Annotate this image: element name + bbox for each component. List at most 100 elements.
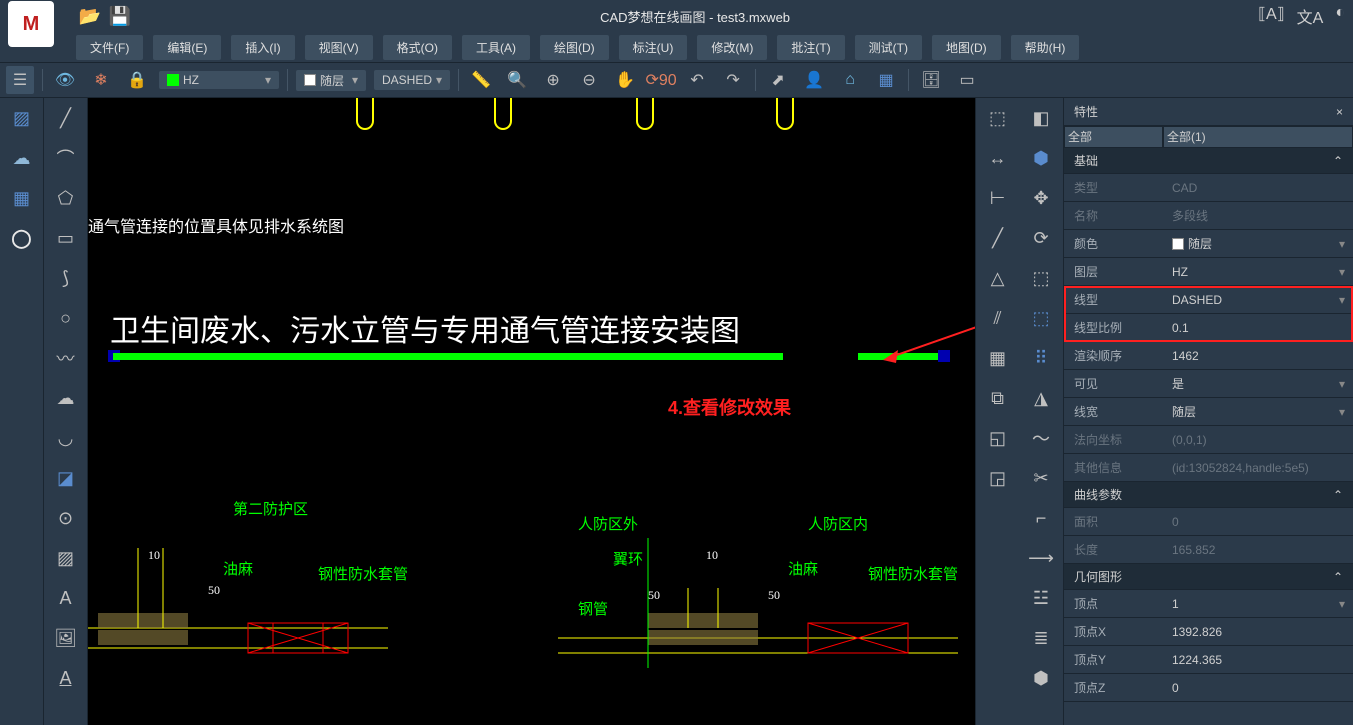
menu-draw[interactable]: 绘图(D) [540,35,609,60]
break-icon[interactable]: ⊢ [976,178,1019,218]
open-icon[interactable]: 📂 [78,4,102,28]
menu-test[interactable]: 测试(T) [855,35,922,60]
prop-vz-input[interactable]: 0 [1166,681,1353,695]
rect-icon[interactable]: ▭ [44,218,87,258]
prop-linescale-input[interactable]: 0.1 [1166,321,1353,335]
line-tool-icon[interactable]: ╱ [976,218,1019,258]
offset-icon[interactable]: ⫽ [976,298,1019,338]
hatch2-icon[interactable]: ▨ [44,538,87,578]
4dots-icon[interactable]: ⠿ [1019,338,1063,378]
polygon-icon[interactable]: ⬠ [44,178,87,218]
menu-format[interactable]: 格式(O) [383,35,452,60]
move-icon[interactable]: ✥ [1019,178,1063,218]
stack-icon[interactable]: ≣ [1019,618,1063,658]
extend-icon[interactable]: ⟶ [1019,538,1063,578]
copy-icon[interactable]: ⧉ [976,378,1019,418]
circle-icon[interactable]: ○ [44,298,87,338]
revcloud-icon[interactable]: ☁ [44,378,87,418]
lock-icon[interactable]: 🔒 [123,66,151,94]
menu-dim[interactable]: 标注(U) [619,35,688,60]
section-base[interactable]: 基础⌃ [1064,148,1353,174]
prop-layer-select[interactable]: HZ [1166,265,1353,279]
eye-icon[interactable]: 👁 [51,66,79,94]
align-icon[interactable]: ☳ [1019,578,1063,618]
translate-icon[interactable]: 文A [1297,4,1324,28]
grid-icon[interactable]: ▦ [872,66,900,94]
menu-comment[interactable]: 批注(T) [777,35,844,60]
color-select[interactable]: 随层▾ [296,70,366,91]
curve-icon[interactable]: ⟆ [44,258,87,298]
section-curve[interactable]: 曲线参数⌃ [1064,482,1353,508]
save-web-icon[interactable]: 💾 [108,4,132,28]
select-rect-icon[interactable]: ⬚ [1019,298,1063,338]
user-icon[interactable]: 👤 [800,66,828,94]
prop-linewidth-select[interactable]: 随层 [1166,403,1353,420]
arc2-icon[interactable]: ◡ [44,418,87,458]
ai-icon[interactable]: ⟦A⟧ [1258,4,1285,28]
screen-icon[interactable]: ▭ [953,66,981,94]
scale-icon[interactable]: ⬚ [1019,258,1063,298]
menu-file[interactable]: 文件(F) [76,35,143,60]
home-icon[interactable]: ⌂ [836,66,864,94]
eraser-icon[interactable]: ◧ [1019,98,1063,138]
send-back-icon[interactable]: ◱ [976,418,1019,458]
menu-help[interactable]: 帮助(H) [1011,35,1080,60]
layers-icon[interactable]: ☰ [6,66,34,94]
prop-vertex-select[interactable]: 1 [1166,597,1353,611]
prop-color-select[interactable]: 随层 [1166,235,1353,252]
linetype-select[interactable]: DASHED▾ [374,70,450,90]
mtext-icon[interactable]: A [44,658,87,698]
image-icon[interactable]: 🖼 [44,618,87,658]
crop-icon[interactable]: ⬚ [976,98,1019,138]
theme-icon[interactable]: ◐ [1335,4,1345,28]
node-icon[interactable]: ⬢ [1019,138,1063,178]
db-icon[interactable]: 🗄 [917,66,945,94]
drawing-canvas[interactable]: 通气管连接的位置具体见排水系统图 卫生间废水、污水立管与专用通气管连接安装图 4… [88,98,975,725]
filter-select-1[interactable]: 全部 [1064,126,1163,148]
prop-visible-select[interactable]: 是 [1166,375,1353,392]
layer-select[interactable]: HZ▾ [159,71,279,89]
filter-select-2[interactable]: 全部(1) [1163,126,1353,148]
prop-linetype-select[interactable]: DASHED [1166,293,1353,307]
prop-render-input[interactable]: 1462 [1166,349,1353,363]
cube-icon[interactable]: ⬢ [1019,658,1063,698]
arc-icon[interactable]: ⌒ [44,138,87,178]
fillet-icon[interactable]: ⌐ [1019,498,1063,538]
mirror-tri-icon[interactable]: △ [976,258,1019,298]
rotate-view-icon[interactable]: ⟳90 [647,66,675,94]
box-icon[interactable]: ⬈ [764,66,792,94]
text-icon[interactable]: A [44,578,87,618]
measure-icon[interactable]: 📏 [467,66,495,94]
menu-edit[interactable]: 编辑(E) [153,35,221,60]
wave2-icon[interactable]: 〜 [1019,418,1063,458]
zoom-window-icon[interactable]: 🔍 [503,66,531,94]
menu-tools[interactable]: 工具(A) [462,35,530,60]
menu-modify[interactable]: 修改(M) [697,35,767,60]
menu-view[interactable]: 视图(V) [305,35,373,60]
mirror-icon[interactable]: ◮ [1019,378,1063,418]
wave-icon[interactable]: 〰 [44,338,87,378]
trim-icon[interactable]: ✂ [1019,458,1063,498]
freeze-icon[interactable]: ❄ [87,66,115,94]
menu-insert[interactable]: 插入(I) [231,35,294,60]
section-geom[interactable]: 几何图形⌃ [1064,564,1353,590]
zoom-out-icon[interactable]: ⊖ [575,66,603,94]
pan-icon[interactable]: ✋ [611,66,639,94]
rotate-icon[interactable]: ⟳ [1019,218,1063,258]
point-icon[interactable]: ⊙ [44,498,87,538]
redo-icon[interactable]: ↷ [719,66,747,94]
prop-vx-input[interactable]: 1392.826 [1166,625,1353,639]
cloud-icon[interactable]: ☁ [0,138,43,178]
close-icon[interactable]: × [1336,105,1343,119]
undo-icon[interactable]: ↶ [683,66,711,94]
prop-vy-input[interactable]: 1224.365 [1166,653,1353,667]
selected-line[interactable] [458,353,783,360]
circle-bold-icon[interactable]: ◯ [0,218,43,258]
block-icon[interactable]: ◪ [44,458,87,498]
table-icon[interactable]: ▦ [0,178,43,218]
move-arrows-icon[interactable]: ↔ [976,138,1019,178]
line-icon[interactable]: ╱ [44,98,87,138]
array-icon[interactable]: ▦ [976,338,1019,378]
zoom-in-icon[interactable]: ⊕ [539,66,567,94]
bring-front-icon[interactable]: ◲ [976,458,1019,498]
